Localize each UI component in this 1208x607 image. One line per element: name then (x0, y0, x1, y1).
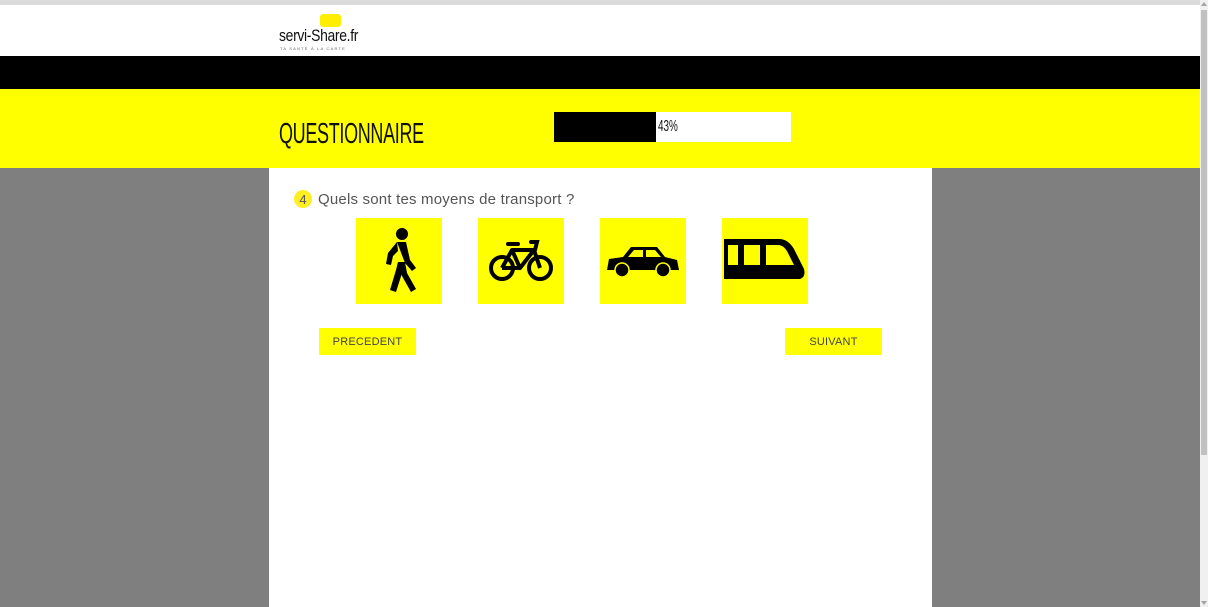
option-bike[interactable] (478, 218, 564, 304)
site-logo[interactable]: servi-Share.fr TA SANTÉ À LA CARTE (279, 14, 359, 54)
option-tram[interactable] (722, 218, 808, 304)
logo-tagline: TA SANTÉ À LA CARTE (280, 46, 346, 51)
nav-bar (0, 56, 1200, 89)
question-panel: 4 Quels sont tes moyens de transport ? P… (269, 168, 932, 607)
scroll-up-icon[interactable] (1201, 2, 1207, 6)
question-number-badge: 4 (294, 190, 312, 208)
bicycle-icon (489, 240, 553, 281)
progress-label: 43% (658, 118, 678, 135)
next-button[interactable]: SUIVANT (785, 328, 882, 355)
tram-icon (724, 239, 805, 279)
logo-text: servi-Share.fr (279, 26, 359, 45)
question-text: Quels sont tes moyens de transport ? (318, 190, 575, 208)
progress-fill (554, 112, 656, 142)
progress-bar: 43% (554, 112, 791, 142)
site-header: servi-Share.fr TA SANTÉ À LA CARTE (0, 5, 1200, 56)
pedestrian-icon (386, 228, 416, 292)
scroll-down-icon[interactable] (1201, 601, 1207, 605)
car-icon (607, 247, 679, 278)
previous-button[interactable]: PRECEDENT (319, 328, 416, 355)
scroll-thumb[interactable] (1201, 10, 1207, 455)
question: 4 Quels sont tes moyens de transport ? (294, 190, 575, 208)
page-title: QUESTIONNAIRE (279, 118, 424, 150)
option-walk[interactable] (356, 218, 442, 304)
option-car[interactable] (600, 218, 686, 304)
questionnaire-banner: QUESTIONNAIRE 43% (0, 89, 1200, 168)
scrollbar[interactable] (1200, 0, 1208, 607)
